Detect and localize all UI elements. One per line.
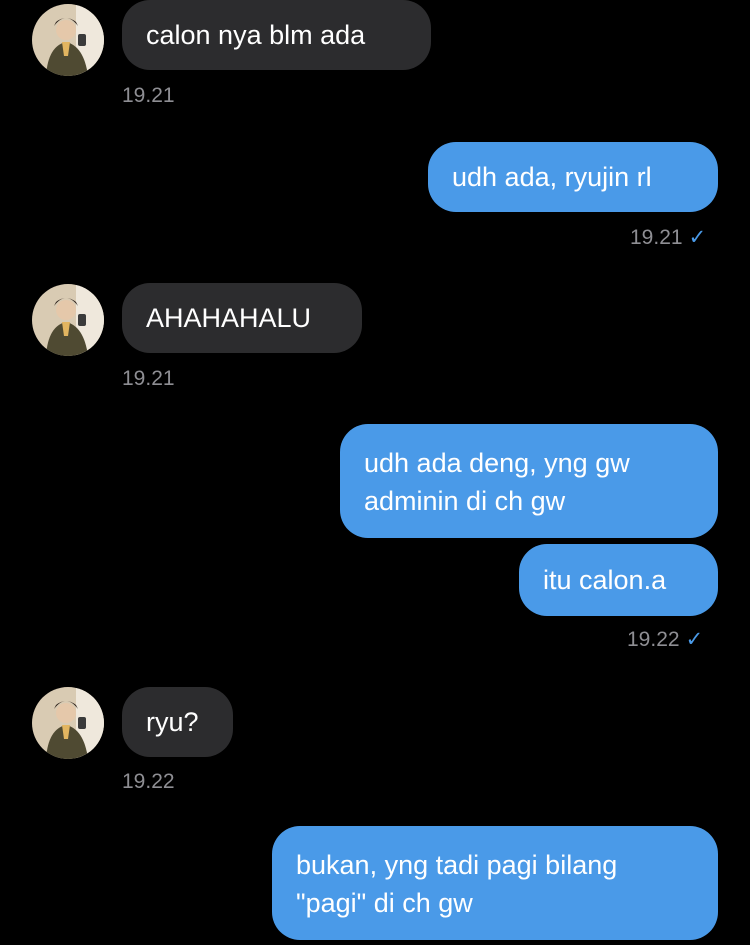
incoming-message[interactable]: calon nya blm ada — [122, 0, 431, 70]
avatar[interactable] — [32, 284, 104, 356]
incoming-message[interactable]: AHAHAHALU — [122, 283, 362, 353]
read-check-icon: ✓ — [688, 226, 707, 249]
outgoing-message[interactable]: udh ada, ryujin rl — [428, 142, 718, 212]
message-line: "pagi" di ch gw — [296, 888, 473, 918]
outgoing-message[interactable]: bukan, yng tadi pagi bilang "pagi" di ch… — [272, 826, 718, 940]
incoming-message[interactable]: ryu? — [122, 687, 233, 757]
message-time: 19.21 — [630, 226, 683, 249]
message-timestamp: 19.21 — [122, 367, 175, 390]
message-timestamp: 19.22 ✓ — [627, 628, 703, 652]
message-line: bukan, yng tadi pagi bilang — [296, 850, 618, 880]
outgoing-message[interactable]: itu calon.a — [519, 544, 718, 616]
outgoing-message[interactable]: udh ada deng, yng gw adminin di ch gw — [340, 424, 718, 538]
avatar[interactable] — [32, 687, 104, 759]
message-line: udh ada deng, yng gw — [364, 448, 630, 478]
message-timestamp: 19.21 ✓ — [630, 226, 706, 250]
avatar[interactable] — [32, 4, 104, 76]
message-time: 19.22 — [627, 628, 680, 651]
message-timestamp: 19.21 — [122, 84, 175, 107]
message-line: adminin di ch gw — [364, 486, 566, 516]
read-check-icon: ✓ — [685, 628, 704, 651]
message-timestamp: 19.22 — [122, 770, 175, 793]
